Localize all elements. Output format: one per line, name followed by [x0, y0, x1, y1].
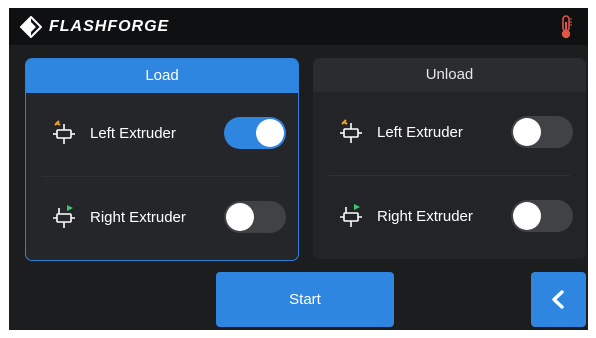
load-panel: Load Left Extruder Right Extruder	[25, 58, 299, 261]
unload-right-extruder-toggle[interactable]	[511, 200, 573, 232]
unload-panel: Unload Left Extruder Right Extruder	[313, 58, 586, 259]
unload-right-extruder-row: Right Extruder	[313, 176, 586, 259]
top-bar: FLASHFORGE	[9, 8, 588, 45]
toggle-knob	[513, 202, 541, 230]
load-right-extruder-toggle[interactable]	[224, 201, 286, 233]
load-left-extruder-toggle[interactable]	[224, 117, 286, 149]
brand-name: FLASHFORGE	[49, 18, 170, 35]
left-extruder-icon	[340, 119, 362, 143]
flashforge-logo-icon	[20, 16, 42, 38]
printer-screen: FLASHFORGE Load Left Extruder Right Extr…	[9, 8, 588, 330]
start-button[interactable]: Start	[216, 272, 394, 327]
toggle-knob	[256, 119, 284, 147]
left-extruder-icon	[53, 120, 75, 144]
toggle-knob	[226, 203, 254, 231]
back-button[interactable]	[531, 272, 586, 327]
unload-panel-title: Unload	[313, 58, 586, 92]
right-extruder-icon	[340, 204, 362, 227]
thermometer-icon[interactable]	[559, 15, 573, 39]
right-extruder-label: Right Extruder	[90, 209, 186, 226]
right-extruder-label: Right Extruder	[377, 208, 473, 225]
right-extruder-icon	[53, 205, 75, 228]
left-extruder-label: Left Extruder	[377, 124, 463, 141]
unload-left-extruder-toggle[interactable]	[511, 116, 573, 148]
chevron-left-icon	[552, 290, 564, 309]
left-extruder-label: Left Extruder	[90, 125, 176, 142]
toggle-knob	[513, 118, 541, 146]
load-panel-title: Load	[26, 59, 298, 93]
load-right-extruder-row: Right Extruder	[26, 177, 298, 260]
unload-left-extruder-row: Left Extruder	[313, 92, 586, 175]
load-left-extruder-row: Left Extruder	[26, 93, 298, 176]
